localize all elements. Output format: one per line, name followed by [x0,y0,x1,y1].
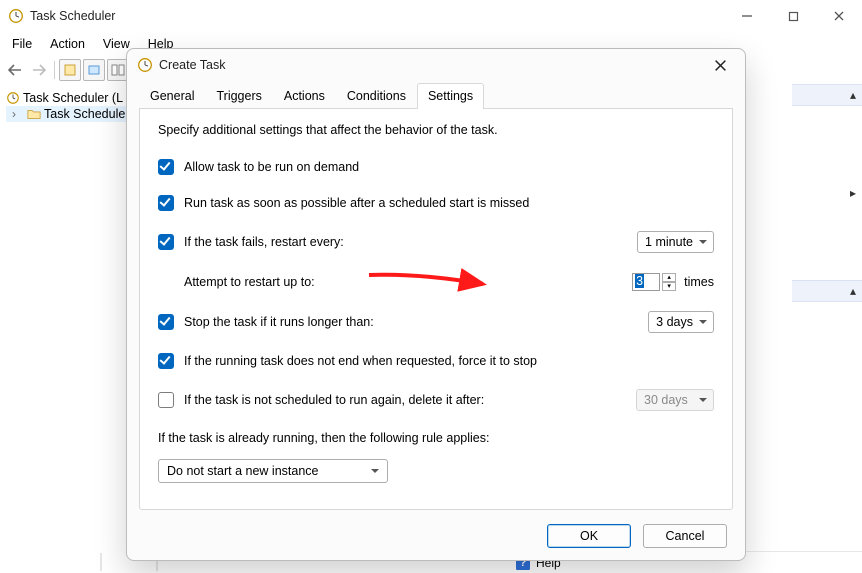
collapse-icon: ▴ [850,284,856,298]
maximize-button[interactable] [770,0,816,32]
dialog-title: Create Task [159,58,225,72]
restart-interval-select[interactable]: 1 minute [637,231,714,253]
tree-child-label: Task Schedule [44,107,125,121]
menu-file[interactable]: File [4,34,40,54]
menu-action[interactable]: Action [42,34,93,54]
rule-select[interactable]: Do not start a new instance [158,459,388,483]
toolbar-btn-1[interactable] [59,59,81,81]
actions-pane-middle[interactable]: ▸ [792,108,862,278]
create-task-dialog: Create Task General Triggers Actions Con… [126,48,746,561]
tab-conditions[interactable]: Conditions [336,83,417,109]
parent-titlebar: Task Scheduler [0,0,862,32]
parent-title: Task Scheduler [30,9,115,23]
ok-button[interactable]: OK [547,524,631,548]
run-asap-label: Run task as soon as possible after a sch… [184,196,529,210]
tree-expand-icon[interactable]: › [12,107,24,121]
tab-triggers[interactable]: Triggers [205,83,272,109]
clock-icon [137,57,153,73]
cancel-button[interactable]: Cancel [643,524,727,548]
attempt-count-spinner[interactable]: ▴▾ [662,273,676,291]
stop-longer-checkbox[interactable] [158,314,174,330]
clock-icon [8,8,24,24]
attempt-upto-label: Attempt to restart up to: [184,275,315,289]
allow-demand-checkbox[interactable] [158,159,174,175]
folder-icon [27,107,41,121]
force-stop-label: If the running task does not end when re… [184,354,537,368]
restart-every-label: If the task fails, restart every: [184,235,344,249]
tab-settings[interactable]: Settings [417,83,484,109]
submenu-icon: ▸ [850,186,856,200]
dialog-close-button[interactable] [701,51,739,79]
tab-actions[interactable]: Actions [273,83,336,109]
stop-longer-label: Stop the task if it runs longer than: [184,315,374,329]
tree-root-label: Task Scheduler (L [23,91,123,105]
restart-every-checkbox[interactable] [158,234,174,250]
attempt-count-input[interactable]: 3 [632,273,660,291]
nav-back-button[interactable] [4,59,26,81]
nav-forward-button[interactable] [28,59,50,81]
rule-label: If the task is already running, then the… [158,431,489,445]
toolbar-btn-2[interactable] [83,59,105,81]
delete-after-checkbox[interactable] [158,392,174,408]
allow-demand-label: Allow task to be run on demand [184,160,359,174]
settings-caption: Specify additional settings that affect … [158,123,714,137]
delete-after-label: If the task is not scheduled to run agai… [184,393,484,407]
attempt-suffix: times [684,275,714,289]
settings-panel: Specify additional settings that affect … [139,109,733,510]
force-stop-checkbox[interactable] [158,353,174,369]
tabs: General Triggers Actions Conditions Sett… [139,83,733,109]
stop-longer-select[interactable]: 3 days [648,311,714,333]
clock-icon [6,91,20,105]
run-asap-checkbox[interactable] [158,195,174,211]
minimize-button[interactable] [724,0,770,32]
close-button[interactable] [816,0,862,32]
tab-general[interactable]: General [139,83,205,109]
delete-after-select: 30 days [636,389,714,411]
collapse-icon: ▴ [850,88,856,102]
actions-pane-header-2[interactable]: ▴ [792,280,862,302]
actions-pane-header-1[interactable]: ▴ [792,84,862,106]
dialog-titlebar: Create Task [127,49,745,81]
